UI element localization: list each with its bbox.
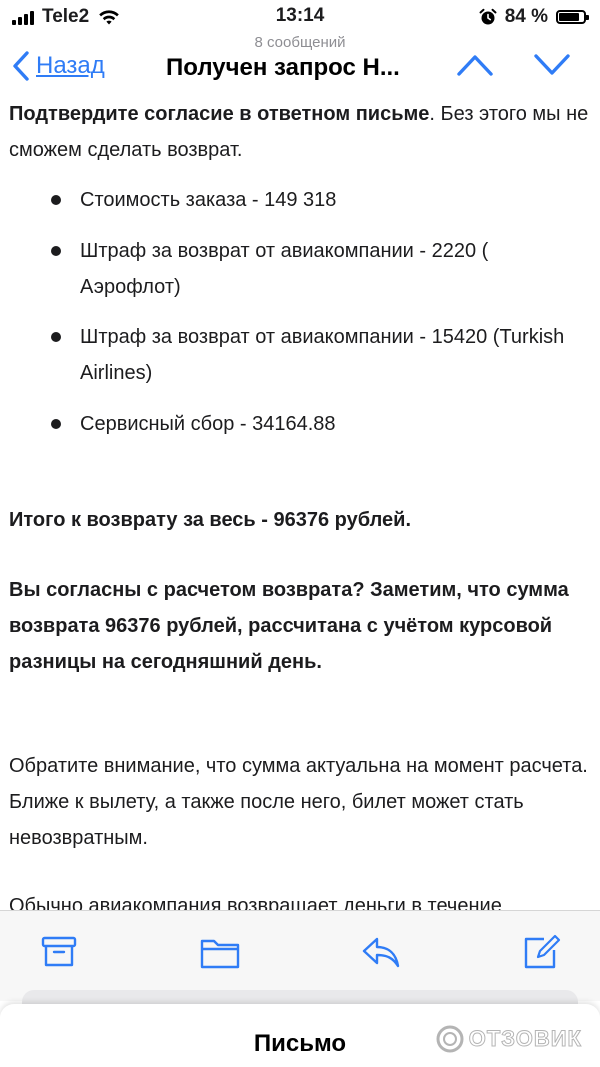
- chevron-down-icon: [534, 54, 570, 75]
- refund-total: Итого к возврату за весь - 96376 рублей.: [9, 509, 412, 531]
- email-subject-title: Получен запрос Н...: [166, 54, 400, 81]
- battery-percent: 84 %: [504, 6, 548, 27]
- email-body: Подтвердите согласие в ответном письме. …: [0, 98, 600, 910]
- list-item: Сервисный сбор - 34164.88: [80, 413, 336, 435]
- compose-button[interactable]: [522, 933, 562, 976]
- bullet-dot: [51, 246, 61, 256]
- list-item: Стоимость заказа - 149 318: [80, 189, 337, 211]
- move-to-folder-button[interactable]: [199, 933, 241, 976]
- status-right: 84 %: [479, 6, 589, 28]
- watermark-logo-icon: [436, 1025, 464, 1053]
- back-label: Назад: [36, 52, 105, 79]
- cutoff-paragraph: Обычно авиакомпания возвращает деньги в …: [9, 895, 502, 910]
- reply-icon: [362, 937, 400, 968]
- mail-toolbar: [0, 910, 600, 1001]
- navigation-bar: 8 сообщений Назад Получен запрос Н...: [0, 32, 600, 98]
- refund-note: Обратите внимание, что сумма актуальна н…: [9, 755, 588, 849]
- previous-message-button[interactable]: [456, 52, 494, 83]
- list-item: Штраф за возврат от авиакомпании - 15420…: [80, 326, 565, 384]
- bullet-dot: [51, 195, 61, 205]
- alarm-icon: [479, 8, 497, 25]
- compose-icon: [524, 934, 561, 969]
- chevron-up-icon: [457, 55, 493, 76]
- draft-sheet[interactable]: Письмо ОТЗОВИК: [0, 1004, 600, 1067]
- reply-button[interactable]: [360, 933, 402, 976]
- list-item: Штраф за возврат от авиакомпании - 2220 …: [80, 240, 489, 298]
- archive-icon: [41, 936, 77, 967]
- message-count: 8 сообщений: [254, 34, 346, 51]
- battery-level: [559, 13, 579, 21]
- battery-icon: [556, 10, 589, 24]
- confirm-bold-text: Подтвердите согласие в ответном письме: [9, 103, 430, 125]
- archive-button[interactable]: [40, 933, 78, 976]
- next-message-button[interactable]: [533, 52, 571, 83]
- bullet-dot: [51, 419, 61, 429]
- watermark-text: ОТЗОВИК: [468, 1026, 582, 1052]
- back-button[interactable]: Назад: [12, 50, 105, 82]
- watermark: ОТЗОВИК: [435, 1024, 582, 1054]
- folder-icon: [200, 939, 240, 969]
- confirm-paragraph: Подтвердите согласие в ответном письме. …: [9, 98, 589, 168]
- chevron-left-icon: [13, 51, 29, 81]
- bullet-dot: [51, 332, 61, 342]
- refund-question: Вы согласны с расчетом возврата? Заметим…: [9, 579, 569, 673]
- status-bar: Tele2 13:14 84 %: [0, 0, 600, 32]
